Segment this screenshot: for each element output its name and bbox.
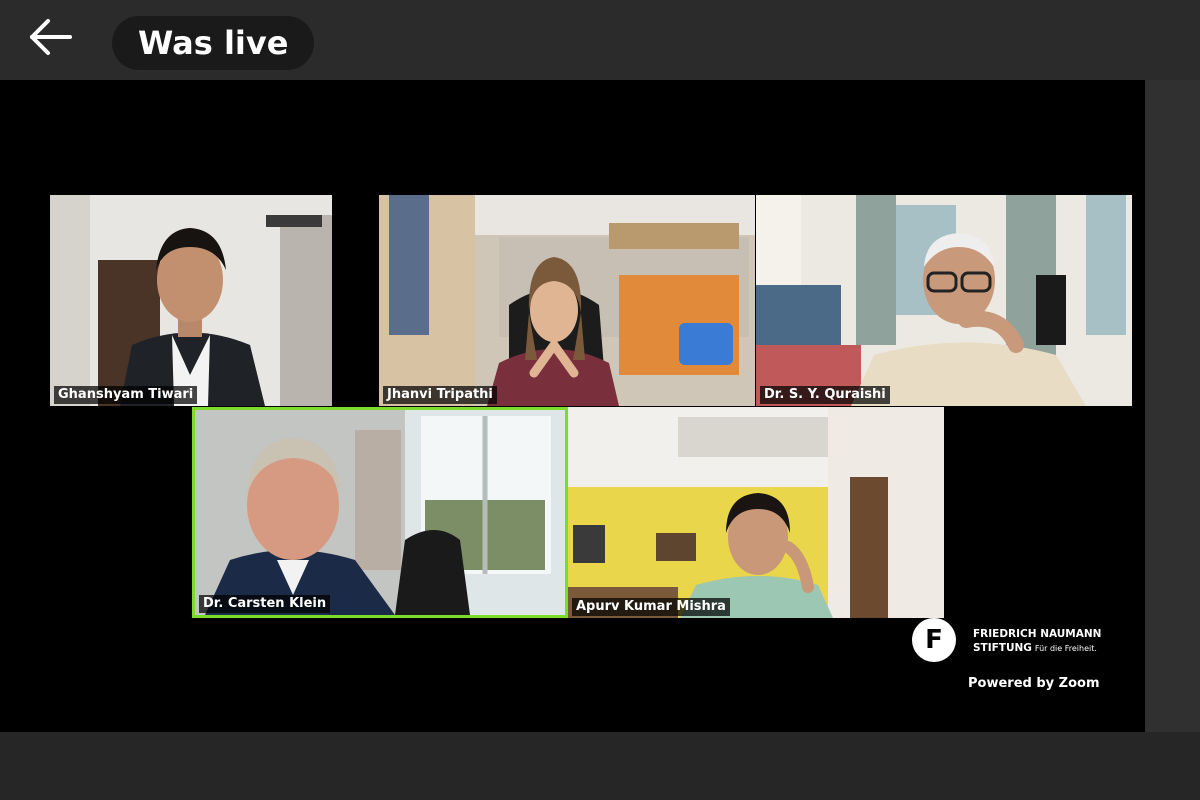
foundation-logo-icon: F <box>912 618 956 662</box>
participant-name: Ghanshyam Tiwari <box>54 386 198 404</box>
participant-video <box>195 410 565 615</box>
video-tile-ghanshyam-tiwari[interactable]: Ghanshyam Tiwari <box>50 195 332 406</box>
top-bar: Was live <box>0 0 1200 80</box>
bottom-bar <box>0 732 1200 800</box>
org-name-line1: FRIEDRICH NAUMANN <box>973 628 1102 640</box>
org-name-line2: STIFTUNG Für die Freiheit. <box>973 642 1097 654</box>
participant-name: Apurv Kumar Mishra <box>572 598 730 616</box>
video-stage: Ghanshyam Tiwari Jhanvi Tripathi Dr. S. … <box>0 80 1145 732</box>
was-live-label: Was live <box>138 24 289 62</box>
video-tile-sy-quraishi[interactable]: Dr. S. Y. Quraishi <box>756 195 1132 406</box>
participant-video <box>50 195 332 406</box>
powered-by-label: Powered by Zoom <box>968 676 1100 691</box>
participant-video <box>756 195 1132 406</box>
logo-letter: F <box>925 625 943 655</box>
participant-name: Dr. Carsten Klein <box>199 595 331 613</box>
back-arrow-icon <box>30 19 72 55</box>
participant-video <box>379 195 755 406</box>
foundation-branding: F FRIEDRICH NAUMANN STIFTUNG Für die Frei… <box>912 618 1112 664</box>
participant-name: Dr. S. Y. Quraishi <box>760 386 890 404</box>
participant-video <box>568 407 944 618</box>
participant-name: Jhanvi Tripathi <box>383 386 497 404</box>
back-button[interactable] <box>22 12 78 62</box>
video-tile-apurv-kumar-mishra[interactable]: Apurv Kumar Mishra <box>568 407 944 618</box>
was-live-badge: Was live <box>112 16 315 70</box>
org-tagline: Für die Freiheit. <box>1034 644 1097 653</box>
right-margin <box>1145 80 1200 732</box>
video-tile-jhanvi-tripathi[interactable]: Jhanvi Tripathi <box>379 195 755 406</box>
video-tile-carsten-klein[interactable]: Dr. Carsten Klein <box>192 407 568 618</box>
org-name-line2-text: STIFTUNG <box>973 642 1032 654</box>
